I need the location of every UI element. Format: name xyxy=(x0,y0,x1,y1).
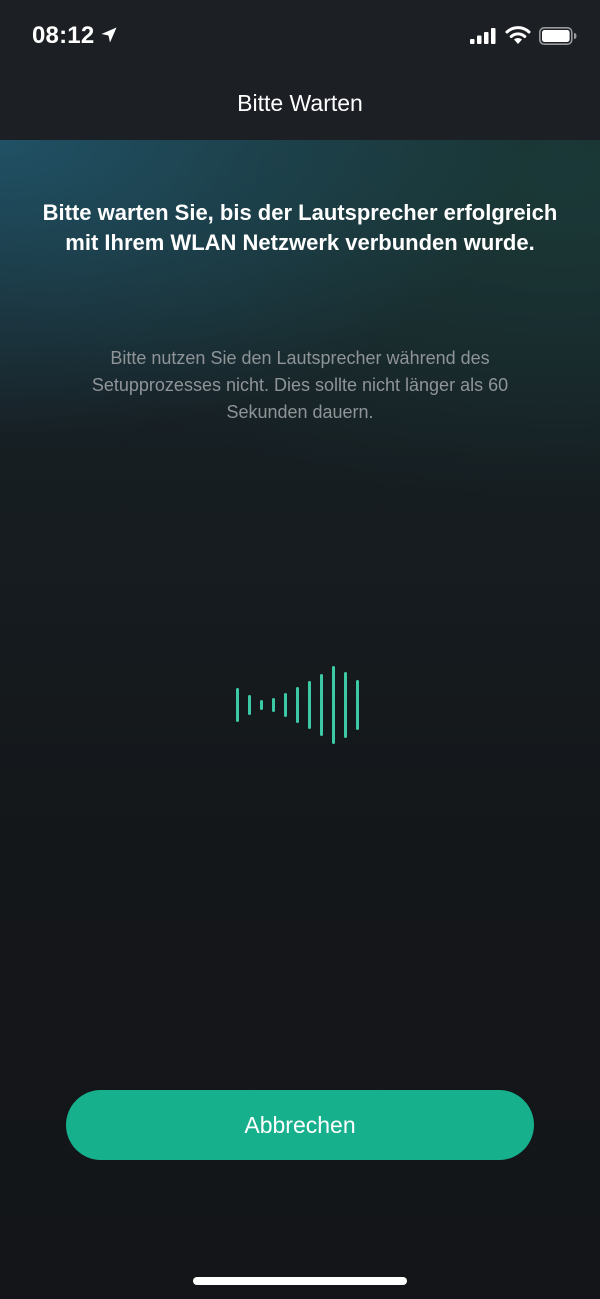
status-time: 08:12 xyxy=(32,22,95,49)
sound-wave-bar xyxy=(356,680,359,730)
page-title: Bitte Warten xyxy=(237,90,363,116)
sound-wave-bar xyxy=(296,687,299,723)
sound-wave-icon xyxy=(230,660,370,750)
sound-wave-bar xyxy=(308,681,311,729)
status-bar: 08:12 xyxy=(0,0,600,72)
app-screen: 08:12 Bitte Warten Bitte warten Sie, bis… xyxy=(0,0,600,1299)
headline-text: Bitte warten Sie, bis der Lautsprecher e… xyxy=(42,200,558,255)
sound-wave-bar xyxy=(272,698,275,712)
sound-wave-bar xyxy=(248,695,251,715)
sound-wave-bar xyxy=(236,688,239,722)
home-indicator[interactable] xyxy=(193,1277,407,1285)
sound-wave-bar xyxy=(260,700,263,710)
main-content: Bitte warten Sie, bis der Lautsprecher e… xyxy=(0,140,600,1299)
wifi-icon xyxy=(505,26,531,44)
sound-wave-bar xyxy=(284,693,287,717)
battery-icon xyxy=(539,27,577,45)
cancel-button[interactable]: Abbrechen xyxy=(66,1090,534,1160)
sound-wave-bar xyxy=(344,672,347,738)
cellular-signal-icon xyxy=(470,28,496,44)
description-text: Bitte nutzen Sie den Lautsprecher währen… xyxy=(91,348,509,422)
sound-wave-bar xyxy=(320,674,323,736)
top-bar: 08:12 Bitte Warten xyxy=(0,0,600,140)
sound-wave-bar xyxy=(332,666,335,744)
location-arrow-icon xyxy=(101,27,117,43)
